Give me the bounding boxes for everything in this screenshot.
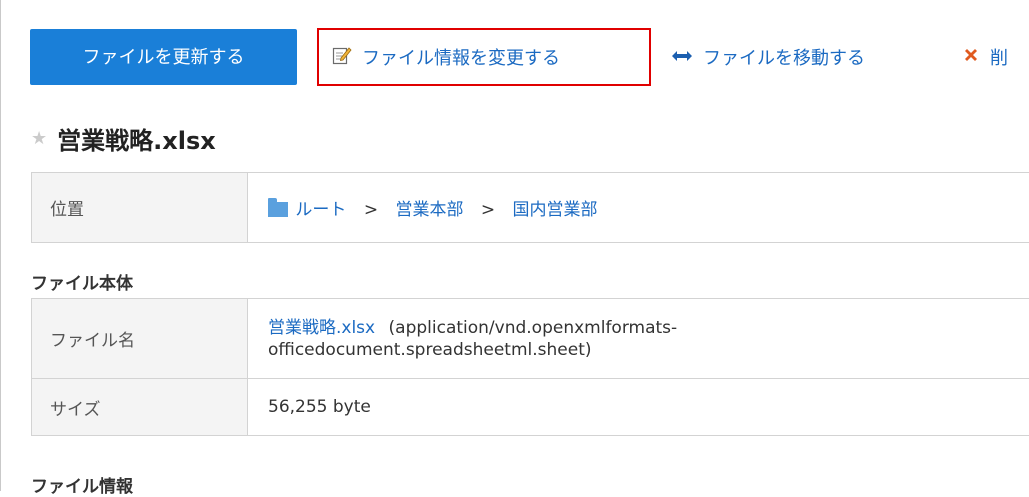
edit-file-info-button[interactable]: ファイル情報を変更する <box>317 28 651 86</box>
location-header: 位置 <box>32 173 248 243</box>
location-row: 位置 ルート > 営業本部 > 国内営業部 <box>32 173 1029 243</box>
breadcrumb-domestic-sales-link[interactable]: 国内営業部 <box>513 200 598 220</box>
file-body-table: ファイル名 営業戦略.xlsx (application/vnd.openxml… <box>31 298 1029 436</box>
file-download-link[interactable]: 営業戦略.xlsx <box>268 318 375 338</box>
file-name-header: ファイル名 <box>32 299 248 379</box>
location-table: 位置 ルート > 営業本部 > 国内営業部 <box>31 172 1029 243</box>
edit-note-icon <box>332 45 352 69</box>
move-file-label: ファイルを移動する <box>703 44 865 70</box>
file-info-section-label: ファイル情報 <box>31 472 133 497</box>
move-file-button[interactable]: ファイルを移動する <box>671 29 941 85</box>
file-body-section-label: ファイル本体 <box>31 269 133 294</box>
file-mime-line1: (application/vnd.openxmlformats- <box>389 318 678 338</box>
file-size-value: 56,255 byte <box>248 379 1029 436</box>
delete-file-label: 削 <box>990 44 1008 70</box>
file-title-row: ★ 営業戦略.xlsx <box>31 120 216 156</box>
breadcrumb-separator: > <box>364 200 378 220</box>
breadcrumb-sales-hq-link[interactable]: 営業本部 <box>395 200 463 220</box>
file-name-cell: 営業戦略.xlsx (application/vnd.openxmlformat… <box>248 299 1029 379</box>
file-mime-line2: officedocument.spreadsheetml.sheet) <box>268 339 1028 361</box>
delete-x-icon <box>962 46 980 68</box>
breadcrumb-root-link[interactable]: ルート <box>295 200 346 220</box>
move-arrows-icon <box>671 48 693 67</box>
file-name-row: ファイル名 営業戦略.xlsx (application/vnd.openxml… <box>32 299 1029 379</box>
edit-file-info-label: ファイル情報を変更する <box>362 44 560 70</box>
breadcrumb: ルート > 営業本部 > 国内営業部 <box>248 173 1029 243</box>
page-title: 営業戦略.xlsx <box>57 121 216 156</box>
breadcrumb-separator: > <box>481 200 495 220</box>
folder-icon <box>268 202 288 217</box>
update-file-button[interactable]: ファイルを更新する <box>30 29 297 85</box>
delete-file-button[interactable]: 削 <box>962 29 1029 85</box>
file-size-header: サイズ <box>32 379 248 436</box>
file-size-row: サイズ 56,255 byte <box>32 379 1029 436</box>
star-icon[interactable]: ★ <box>31 128 47 149</box>
toolbar: ファイルを更新する ファイル情報を変更する ファイルを移動する 削 <box>0 0 1029 95</box>
